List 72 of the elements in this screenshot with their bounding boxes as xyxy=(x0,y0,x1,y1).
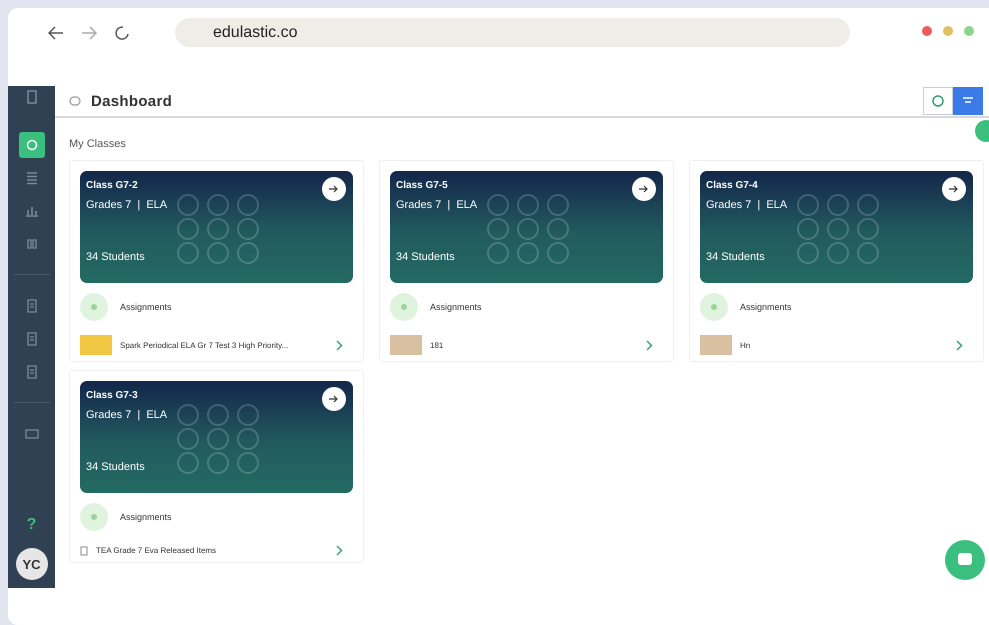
class-name: Class G7-5 xyxy=(396,180,449,191)
document-icon xyxy=(80,546,88,556)
class-grade: Grades 7 | ELA xyxy=(706,199,788,211)
assignments-label[interactable]: Assignments xyxy=(120,302,172,312)
assignment-icon xyxy=(700,293,728,321)
class-grade: Grades 7 | ELA xyxy=(396,199,478,211)
class-card[interactable]: Class G7-3 Grades 7 | ELA 34 Students Assignments TEA Grade 7 Eva Released Items xyxy=(69,370,364,563)
assignment-title: TEA Grade 7 Eva Released Items xyxy=(96,546,218,555)
reload-icon[interactable] xyxy=(114,25,130,41)
menu-button[interactable] xyxy=(953,87,983,115)
assignment-title: Hn xyxy=(740,340,752,350)
open-class-button[interactable] xyxy=(322,177,346,201)
assignment-title: 181 xyxy=(430,340,444,350)
document-icon xyxy=(26,332,38,346)
class-name: Class G7-4 xyxy=(706,180,759,191)
circle-icon xyxy=(932,95,944,107)
card-icon xyxy=(24,429,38,439)
assignment-icon xyxy=(80,503,108,531)
recent-assignment[interactable]: Hn xyxy=(700,329,973,355)
class-name: Class G7-3 xyxy=(86,390,139,401)
class-card[interactable]: Class G7-4 Grades 7 | ELA 34 Students Assignments Hn xyxy=(689,160,984,362)
columns-icon xyxy=(26,238,38,250)
student-count: 34 Students xyxy=(396,251,456,263)
student-count: 34 Students xyxy=(706,251,766,263)
document-icon xyxy=(26,365,38,379)
forward-icon[interactable] xyxy=(81,26,97,40)
photo-placeholder xyxy=(700,335,732,355)
open-class-button[interactable] xyxy=(632,177,656,201)
assignment-icon xyxy=(80,293,108,321)
section-title: My Classes xyxy=(69,138,127,150)
recent-assignment[interactable]: Spark Periodical ELA Gr 7 Test 3 High Priority... xyxy=(80,329,353,355)
recent-assignment[interactable]: TEA Grade 7 Eva Released Items xyxy=(80,539,353,556)
bar-chart-icon xyxy=(24,205,38,217)
class-name: Class G7-2 xyxy=(86,180,139,191)
assignments-label[interactable]: Assignments xyxy=(740,302,792,312)
minimize-dot-icon[interactable] xyxy=(943,26,953,36)
assignments-label[interactable]: Assignments xyxy=(430,302,482,312)
chat-button[interactable] xyxy=(945,540,985,580)
address-bar[interactable]: edulastic.co xyxy=(175,18,850,47)
assignment-icon xyxy=(390,293,418,321)
chevron-right-icon[interactable] xyxy=(646,340,653,350)
arrow-right-icon xyxy=(949,185,959,193)
class-card[interactable]: Class G7-2 Grades 7 | ELA 34 Students Assignments Spark Periodical ELA Gr 7 Test 3 High Priority... xyxy=(69,160,364,362)
chevron-right-icon[interactable] xyxy=(336,545,343,556)
maximize-dot-icon[interactable] xyxy=(964,26,974,36)
add-button[interactable] xyxy=(923,87,953,115)
assignments-label[interactable]: Assignments xyxy=(120,512,172,522)
arrow-right-icon xyxy=(639,185,649,193)
chevron-right-icon[interactable] xyxy=(956,340,963,350)
back-icon[interactable] xyxy=(48,26,64,40)
dashboard-icon xyxy=(26,139,38,151)
page-title: Dashboard xyxy=(91,92,172,110)
open-class-button[interactable] xyxy=(942,177,966,201)
help-icon[interactable]: ? xyxy=(26,516,36,534)
class-grade: Grades 7 | ELA xyxy=(86,409,168,421)
student-count: 34 Students xyxy=(86,251,146,263)
close-dot-icon[interactable] xyxy=(922,26,932,36)
arrow-right-icon xyxy=(329,395,339,403)
assignment-title: Spark Periodical ELA Gr 7 Test 3 High Priority... xyxy=(120,340,290,350)
assignment-thumbnail xyxy=(80,335,112,355)
open-class-button[interactable] xyxy=(322,387,346,411)
user-avatar[interactable]: YC xyxy=(16,548,48,580)
arrow-right-icon xyxy=(329,185,339,193)
document-icon xyxy=(26,299,38,313)
recent-assignment[interactable]: 181 xyxy=(390,329,663,355)
list-icon xyxy=(26,171,38,185)
sidebar-item[interactable] xyxy=(18,132,44,158)
photo-placeholder xyxy=(390,335,422,355)
class-card[interactable]: Class G7-5 Grades 7 | ELA 34 Students Assignments 181 xyxy=(379,160,674,362)
class-grade: Grades 7 | ELA xyxy=(86,199,168,211)
student-count: 34 Students xyxy=(86,461,146,473)
chevron-right-icon[interactable] xyxy=(336,340,343,350)
